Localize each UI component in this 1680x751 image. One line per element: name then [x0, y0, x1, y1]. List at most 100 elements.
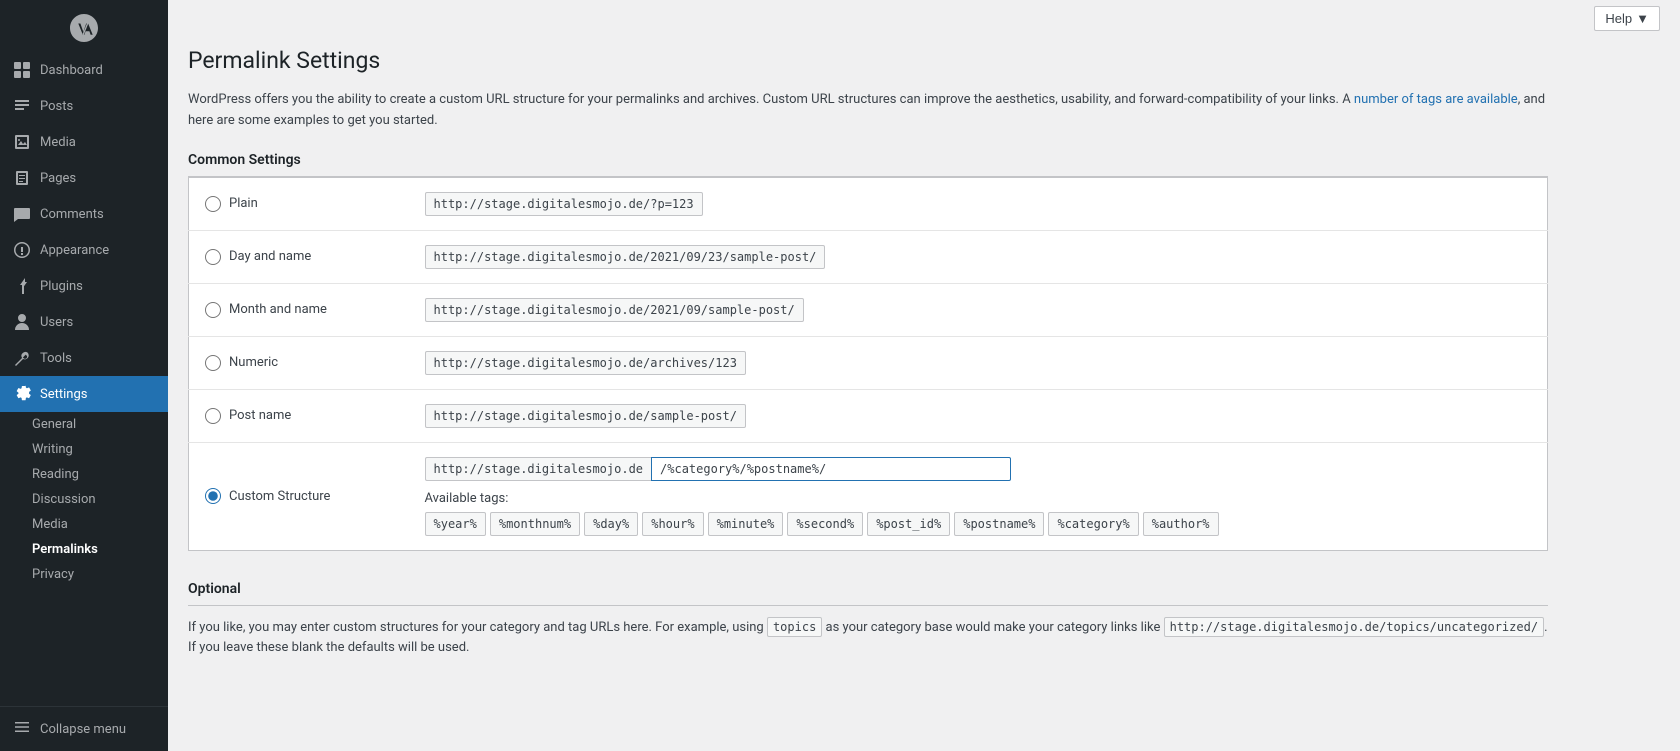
- collapse-label: Collapse menu: [40, 722, 126, 737]
- table-row: Month and name http://stage.digitalesmoj…: [189, 283, 1548, 336]
- media-icon: [12, 132, 32, 152]
- table-row: Day and name http://stage.digitalesmojo.…: [189, 230, 1548, 283]
- tools-label: Tools: [40, 351, 72, 366]
- posts-label: Posts: [40, 99, 73, 114]
- numeric-radio-label[interactable]: Numeric: [205, 355, 393, 371]
- appearance-icon: [12, 240, 32, 260]
- tag-category[interactable]: %category%: [1048, 512, 1138, 536]
- numeric-label: Numeric: [229, 355, 278, 370]
- tag-minute[interactable]: %minute%: [708, 512, 784, 536]
- tag-second[interactable]: %second%: [787, 512, 863, 536]
- optional-text-after: as your category base would make your ca…: [822, 620, 1163, 635]
- common-settings-title: Common Settings: [188, 152, 1548, 177]
- tag-day[interactable]: %day%: [584, 512, 638, 536]
- available-tags-section: Available tags: %year% %monthnum% %day% …: [425, 491, 1532, 536]
- post-name-radio-label[interactable]: Post name: [205, 408, 393, 424]
- custom-prefix: http://stage.digitalesmojo.de: [425, 457, 652, 481]
- custom-structure-row: Custom Structure http://stage.digitalesm…: [189, 442, 1548, 550]
- available-tags-label: Available tags:: [425, 491, 1532, 506]
- sidebar-item-media-sub[interactable]: Media: [0, 512, 168, 537]
- day-name-example: http://stage.digitalesmojo.de/2021/09/23…: [425, 245, 826, 269]
- day-name-label: Day and name: [229, 249, 311, 264]
- custom-structure-wrap: http://stage.digitalesmojo.de: [425, 457, 1532, 481]
- month-name-example: http://stage.digitalesmojo.de/2021/09/sa…: [425, 298, 804, 322]
- table-row: Plain http://stage.digitalesmojo.de/?p=1…: [189, 177, 1548, 230]
- pages-icon: [12, 168, 32, 188]
- content-area: Permalink Settings WordPress offers you …: [168, 37, 1568, 699]
- custom-structure-label: Custom Structure: [229, 489, 330, 504]
- collapse-icon: [12, 717, 32, 741]
- sidebar-item-settings[interactable]: Settings: [0, 376, 168, 412]
- table-row: Numeric http://stage.digitalesmojo.de/ar…: [189, 336, 1548, 389]
- sidebar-item-plugins[interactable]: Plugins: [0, 268, 168, 304]
- sidebar-item-writing[interactable]: Writing: [0, 437, 168, 462]
- custom-structure-radio[interactable]: [205, 488, 221, 504]
- dashboard-label: Dashboard: [40, 63, 103, 78]
- month-name-label: Month and name: [229, 302, 327, 317]
- post-name-radio[interactable]: [205, 408, 221, 424]
- sidebar-item-dashboard[interactable]: Dashboard: [0, 52, 168, 88]
- tags-list: %year% %monthnum% %day% %hour% %minute% …: [425, 512, 1532, 536]
- month-name-radio-label[interactable]: Month and name: [205, 302, 393, 318]
- sidebar-item-posts[interactable]: Posts: [0, 88, 168, 124]
- posts-icon: [12, 96, 32, 116]
- sidebar-item-general[interactable]: General: [0, 412, 168, 437]
- media-label: Media: [40, 135, 76, 150]
- plain-example: http://stage.digitalesmojo.de/?p=123: [425, 192, 703, 216]
- sidebar-item-comments[interactable]: Comments: [0, 196, 168, 232]
- sidebar-item-tools[interactable]: Tools: [0, 340, 168, 376]
- sidebar-logo: [0, 0, 168, 52]
- permalink-settings-table: Plain http://stage.digitalesmojo.de/?p=1…: [188, 177, 1548, 551]
- sidebar: Dashboard Posts Media Pages Comments App…: [0, 0, 168, 751]
- tag-post-id[interactable]: %post_id%: [867, 512, 950, 536]
- main-content: Help ▼ Permalink Settings WordPress offe…: [168, 0, 1680, 751]
- plain-radio[interactable]: [205, 196, 221, 212]
- day-name-radio[interactable]: [205, 249, 221, 265]
- optional-title: Optional: [188, 581, 1548, 606]
- optional-text-before: If you like, you may enter custom struct…: [188, 620, 767, 635]
- optional-section: Optional If you like, you may enter cust…: [188, 581, 1548, 660]
- custom-radio-label[interactable]: Custom Structure: [205, 488, 393, 504]
- help-label: Help: [1605, 11, 1632, 26]
- custom-structure-input[interactable]: [651, 457, 1011, 481]
- topics-code: topics: [767, 617, 822, 637]
- optional-text: If you like, you may enter custom struct…: [188, 618, 1548, 660]
- plain-radio-label[interactable]: Plain: [205, 196, 393, 212]
- appearance-label: Appearance: [40, 243, 109, 258]
- users-icon: [12, 312, 32, 332]
- table-row: Post name http://stage.digitalesmojo.de/…: [189, 389, 1548, 442]
- comments-icon: [12, 204, 32, 224]
- page-title: Permalink Settings: [188, 47, 1548, 74]
- comments-label: Comments: [40, 207, 104, 222]
- plugins-label: Plugins: [40, 279, 83, 294]
- users-label: Users: [40, 315, 73, 330]
- sidebar-item-pages[interactable]: Pages: [0, 160, 168, 196]
- tools-icon: [12, 348, 32, 368]
- sidebar-item-privacy[interactable]: Privacy: [0, 562, 168, 587]
- sidebar-item-appearance[interactable]: Appearance: [0, 232, 168, 268]
- settings-icon: [12, 384, 32, 404]
- numeric-radio[interactable]: [205, 355, 221, 371]
- tag-monthnum[interactable]: %monthnum%: [490, 512, 580, 536]
- sidebar-item-media[interactable]: Media: [0, 124, 168, 160]
- tag-postname[interactable]: %postname%: [954, 512, 1044, 536]
- topbar: Help ▼: [168, 0, 1680, 37]
- day-name-radio-label[interactable]: Day and name: [205, 249, 393, 265]
- sidebar-item-reading[interactable]: Reading: [0, 462, 168, 487]
- plugins-icon: [12, 276, 32, 296]
- collapse-menu-button[interactable]: Collapse menu: [0, 706, 168, 751]
- dashboard-icon: [12, 60, 32, 80]
- sidebar-item-users[interactable]: Users: [0, 304, 168, 340]
- post-name-label: Post name: [229, 408, 291, 423]
- plain-label: Plain: [229, 196, 258, 211]
- tag-year[interactable]: %year%: [425, 512, 486, 536]
- tag-author[interactable]: %author%: [1143, 512, 1219, 536]
- example-url-code: http://stage.digitalesmojo.de/topics/unc…: [1164, 617, 1544, 637]
- tag-hour[interactable]: %hour%: [642, 512, 703, 536]
- sidebar-item-permalinks[interactable]: Permalinks: [0, 537, 168, 562]
- help-button[interactable]: Help ▼: [1594, 6, 1660, 31]
- settings-label: Settings: [40, 387, 87, 402]
- sidebar-item-discussion[interactable]: Discussion: [0, 487, 168, 512]
- month-name-radio[interactable]: [205, 302, 221, 318]
- intro-link[interactable]: number of tags are available: [1354, 92, 1518, 107]
